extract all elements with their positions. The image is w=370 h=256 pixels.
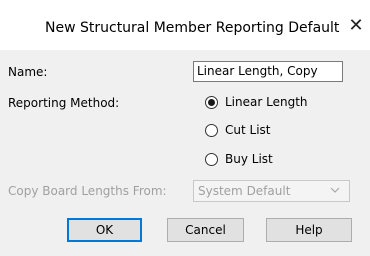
ok-button[interactable]: OK [67,218,142,242]
reporting-method-label: Reporting Method: [8,96,120,110]
help-button[interactable]: Help [266,218,352,242]
select-value: System Default [198,184,291,198]
close-icon[interactable]: ✕ [346,15,366,37]
radio-label: Cut List [225,123,271,137]
cancel-button[interactable]: Cancel [167,218,244,242]
name-label: Name: [8,65,48,79]
copy-board-lengths-label: Copy Board Lengths From: [8,184,167,198]
title-bar: New Structural Member Reporting Default … [0,0,370,50]
copy-board-lengths-select: System Default [193,180,350,202]
name-input[interactable]: Linear Length, Copy [193,61,343,82]
radio-buy-list[interactable]: Buy List [205,149,273,169]
radio-button-selected[interactable] [205,95,218,109]
window-title: New Structural Member Reporting Default [45,20,340,36]
dialog-body: Name: Linear Length, Copy Reporting Meth… [0,50,370,256]
radio-linear-length[interactable]: Linear Length [205,92,308,112]
radio-cut-list[interactable]: Cut List [205,120,270,140]
radio-label: Buy List [225,152,273,166]
chevron-down-icon [330,187,340,193]
radio-button[interactable] [205,123,218,137]
radio-label: Linear Length [225,95,308,109]
radio-button[interactable] [205,152,218,166]
